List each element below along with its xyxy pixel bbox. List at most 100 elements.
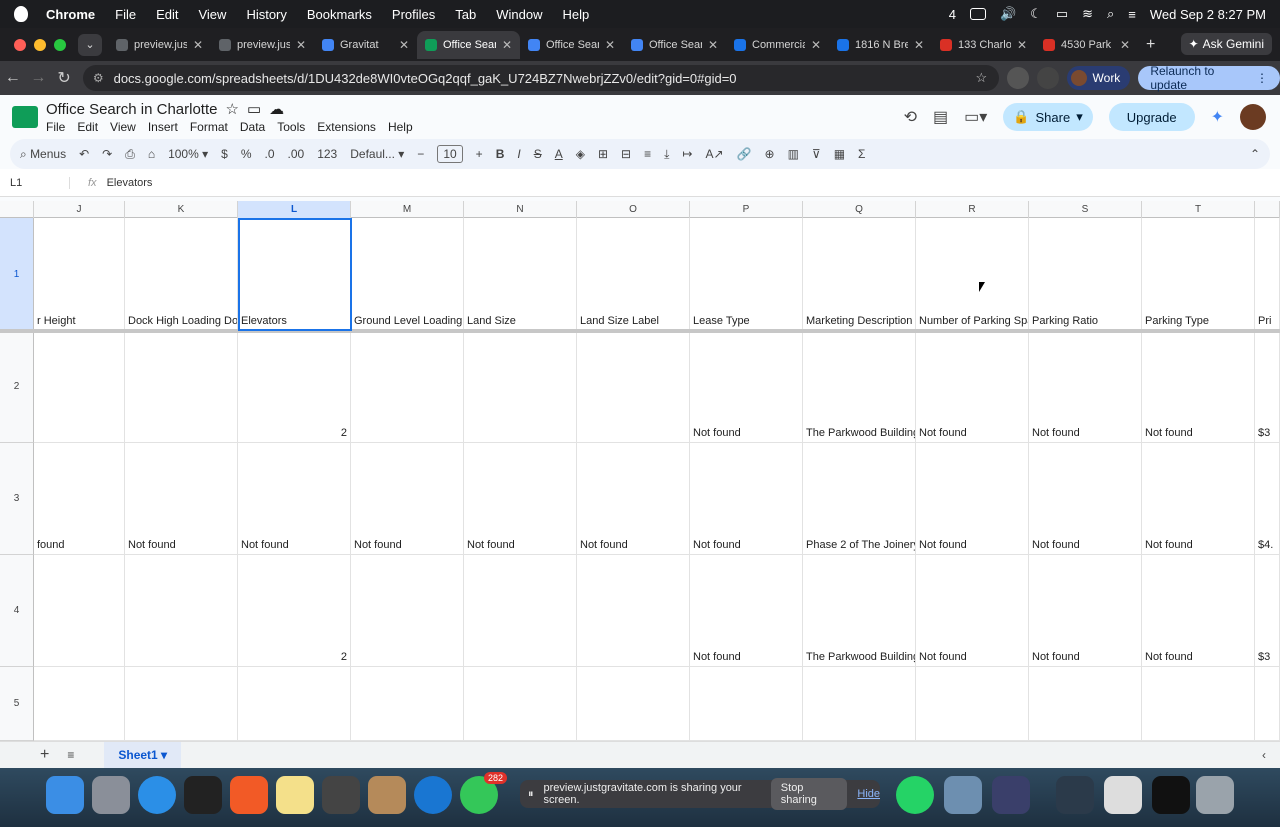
cell-o1[interactable]: Land Size Label bbox=[577, 218, 690, 331]
gemini-sparkle-icon[interactable]: ✦ bbox=[1211, 107, 1224, 127]
cell-m2[interactable] bbox=[351, 331, 464, 443]
relaunch-button[interactable]: Relaunch to update ⋮ bbox=[1138, 64, 1280, 92]
row-header-4[interactable]: 4 bbox=[0, 555, 34, 667]
cell-r4[interactable]: Not found bbox=[916, 555, 1029, 667]
cell-o2[interactable] bbox=[577, 331, 690, 443]
decrease-decimal-button[interactable]: .0 bbox=[265, 147, 275, 161]
browser-tab[interactable]: Office Sear ✕ bbox=[417, 30, 520, 59]
sheet-tab[interactable]: Sheet1 ▾ bbox=[104, 741, 182, 768]
cell-u2[interactable]: $3 bbox=[1255, 331, 1280, 443]
pause-icon[interactable]: ⏸ bbox=[528, 788, 534, 801]
sheets-menu-format[interactable]: Format bbox=[190, 120, 228, 134]
ask-gemini-button[interactable]: ✦ Ask Gemini bbox=[1180, 33, 1272, 55]
percent-format-button[interactable]: % bbox=[241, 147, 252, 161]
comments-icon[interactable]: ▤ bbox=[933, 107, 948, 127]
cell-j4[interactable] bbox=[34, 555, 125, 667]
cell-u1[interactable]: Pri bbox=[1255, 218, 1280, 331]
column-header-s[interactable]: S bbox=[1029, 201, 1142, 218]
status-count[interactable]: 4 bbox=[949, 7, 956, 22]
cell-o4[interactable] bbox=[577, 555, 690, 667]
new-tab-plus-icon[interactable]: + bbox=[1146, 36, 1155, 54]
tab-close-icon[interactable]: ✕ bbox=[605, 38, 615, 52]
cell-q5[interactable] bbox=[803, 667, 916, 741]
menu-history[interactable]: History bbox=[246, 7, 286, 22]
maps-pin-icon[interactable] bbox=[414, 776, 452, 814]
column-header-q[interactable]: Q bbox=[803, 201, 916, 218]
menu-bookmarks[interactable]: Bookmarks bbox=[307, 7, 372, 22]
browser-tab[interactable]: preview.jus ✕ bbox=[108, 31, 211, 59]
cell-p3[interactable]: Not found bbox=[690, 443, 803, 555]
forward-arrow-icon[interactable]: → bbox=[26, 69, 52, 87]
browser-tab[interactable]: Office Sear ✕ bbox=[623, 31, 726, 59]
tab-close-icon[interactable]: ✕ bbox=[914, 38, 924, 52]
stop-sharing-button[interactable]: Stop sharing bbox=[770, 778, 848, 810]
menu-view[interactable]: View bbox=[198, 7, 226, 22]
row-header-5[interactable]: 5 bbox=[0, 667, 34, 741]
terminal-icon[interactable] bbox=[184, 776, 222, 814]
control-center-icon[interactable]: ≡ bbox=[1128, 7, 1136, 22]
tab-close-icon[interactable]: ✕ bbox=[1017, 38, 1027, 52]
cell-r2[interactable]: Not found bbox=[916, 331, 1029, 443]
share-button[interactable]: 🔒 Share ▾ bbox=[1003, 103, 1093, 131]
cell-m5[interactable] bbox=[351, 667, 464, 741]
menu-tab[interactable]: Tab bbox=[455, 7, 476, 22]
whatsapp-icon[interactable] bbox=[896, 776, 934, 814]
cell-q3[interactable]: Phase 2 of The Joinery in bbox=[803, 443, 916, 555]
cell-r3[interactable]: Not found bbox=[916, 443, 1029, 555]
font-size-increase-icon[interactable]: + bbox=[476, 147, 483, 161]
column-header-o[interactable]: O bbox=[577, 201, 690, 218]
cell-j5[interactable] bbox=[34, 667, 125, 741]
browser-tab[interactable]: Gravitat ✕ bbox=[314, 31, 417, 59]
address-bar[interactable]: ⚙ docs.google.com/spreadsheets/d/1DU432d… bbox=[82, 65, 1000, 91]
notes-icon[interactable] bbox=[276, 776, 314, 814]
spreadsheet-grid[interactable]: JKLMNOPQRST 1r Height Dock High Loading D… bbox=[0, 201, 1280, 741]
volume-icon[interactable]: 🔊 bbox=[1000, 6, 1016, 22]
version-history-icon[interactable]: ⟲ bbox=[904, 107, 917, 127]
frozen-row-divider[interactable] bbox=[0, 329, 1280, 333]
tab-search-chevron-icon[interactable]: ⌄ bbox=[78, 33, 102, 56]
cell-n2[interactable] bbox=[464, 331, 577, 443]
cell-p5[interactable] bbox=[690, 667, 803, 741]
select-all-corner[interactable] bbox=[0, 201, 34, 218]
cell-s5[interactable] bbox=[1029, 667, 1142, 741]
close-window-button[interactable] bbox=[14, 38, 26, 51]
cell-m4[interactable] bbox=[351, 555, 464, 667]
menu-file[interactable]: File bbox=[115, 7, 136, 22]
italic-icon[interactable]: I bbox=[517, 147, 520, 161]
cell-s3[interactable]: Not found bbox=[1029, 443, 1142, 555]
sheets-menu-view[interactable]: View bbox=[110, 120, 136, 134]
column-header-k[interactable]: K bbox=[125, 201, 238, 218]
sheets-menu-insert[interactable]: Insert bbox=[148, 120, 178, 134]
cell-k2[interactable] bbox=[125, 331, 238, 443]
extension-icon[interactable] bbox=[1007, 67, 1029, 89]
search-menus-button[interactable]: ⌕ Menus bbox=[20, 147, 66, 162]
tab-close-icon[interactable]: ✕ bbox=[193, 38, 203, 52]
brave-icon[interactable] bbox=[230, 776, 268, 814]
cell-l5[interactable] bbox=[238, 667, 351, 741]
cell-l2[interactable]: 2 bbox=[238, 331, 351, 443]
sheets-menu-tools[interactable]: Tools bbox=[277, 120, 305, 134]
battery-icon[interactable]: ▭ bbox=[1056, 6, 1068, 22]
trash-icon[interactable] bbox=[1196, 776, 1234, 814]
cell-r1[interactable]: Number of Parking Spaces bbox=[916, 218, 1029, 331]
cell-s1[interactable]: Parking Ratio bbox=[1029, 218, 1142, 331]
column-header-t[interactable]: T bbox=[1142, 201, 1255, 218]
cloud-status-icon[interactable]: ☁ bbox=[269, 100, 284, 118]
cell-j2[interactable] bbox=[34, 331, 125, 443]
minimize-window-button[interactable] bbox=[34, 38, 46, 51]
formula-input[interactable]: Elevators bbox=[107, 177, 153, 189]
cell-o3[interactable]: Not found bbox=[577, 443, 690, 555]
profile-button[interactable]: Work bbox=[1066, 66, 1131, 90]
sheets-menu-extensions[interactable]: Extensions bbox=[317, 120, 376, 134]
explore-chevron-icon[interactable]: ‹ bbox=[1262, 748, 1266, 762]
cell-n1[interactable]: Land Size bbox=[464, 218, 577, 331]
cell-m3[interactable]: Not found bbox=[351, 443, 464, 555]
contacts-icon[interactable] bbox=[368, 776, 406, 814]
sheets-logo-icon[interactable] bbox=[12, 106, 38, 128]
cell-j3[interactable]: found bbox=[34, 443, 125, 555]
browser-tab[interactable]: 1816 N Brev ✕ bbox=[829, 31, 932, 59]
cell-o5[interactable] bbox=[577, 667, 690, 741]
window-thumbnail-3[interactable] bbox=[1152, 776, 1190, 814]
cell-j1[interactable]: r Height bbox=[34, 218, 125, 331]
menubar-datetime[interactable]: Wed Sep 2 8:27 PM bbox=[1150, 7, 1266, 22]
